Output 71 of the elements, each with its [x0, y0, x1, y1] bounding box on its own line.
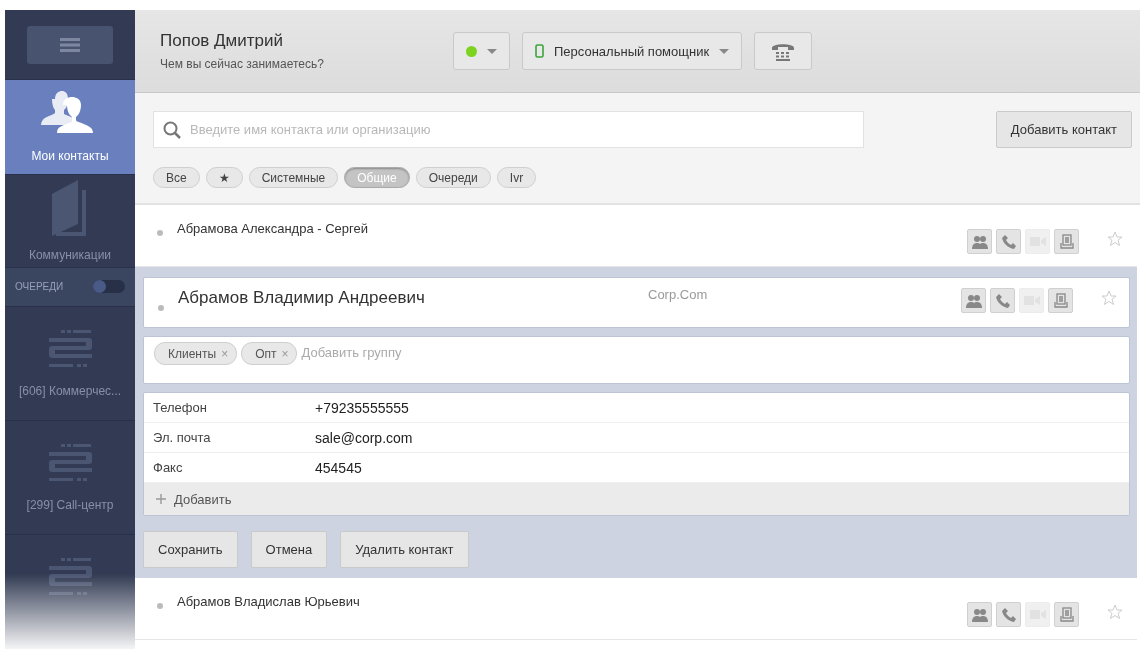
favorite-button[interactable] — [1107, 231, 1123, 247]
search-field[interactable]: Введите имя контакта или организацию — [153, 111, 864, 148]
contact-action-button[interactable] — [967, 602, 992, 627]
menu-button[interactable] — [27, 25, 113, 64]
add-contact-button[interactable]: Добавить контакт — [995, 111, 1132, 148]
queue-icon — [47, 443, 93, 484]
plus-icon — [156, 494, 166, 504]
contact-action-button[interactable] — [996, 229, 1021, 254]
queue-icon — [47, 329, 93, 370]
field-value[interactable]: 454545 — [315, 459, 362, 476]
field-label: Факс — [153, 460, 184, 475]
filter-chip[interactable]: Системные — [248, 167, 339, 188]
desk-phone-icon — [771, 41, 796, 61]
phone-icon — [1001, 607, 1016, 622]
contact-name: Абрамова Александра - Сергей — [177, 221, 369, 236]
document-icon — [1053, 293, 1068, 308]
favorite-button[interactable] — [1101, 290, 1117, 306]
form-button[interactable]: Отмена — [250, 531, 328, 568]
filter-chip[interactable]: ★ — [205, 167, 243, 188]
star-icon — [1101, 290, 1117, 306]
field-value[interactable]: +79235555555 — [315, 399, 409, 416]
filter-chip[interactable]: Ivr — [496, 167, 537, 188]
status-dot — [157, 230, 163, 236]
add-field-button[interactable]: Добавить — [144, 483, 1129, 515]
people-icon — [965, 293, 982, 308]
status-prompt[interactable]: Чем вы сейчас занимаетесь? — [160, 57, 453, 71]
caret-icon — [719, 48, 730, 54]
contact-action-button[interactable] — [967, 229, 992, 254]
filter-chip[interactable]: Все — [153, 167, 200, 188]
queues-label: ОЧЕРЕДИ — [15, 281, 64, 293]
phone-button[interactable] — [754, 32, 813, 70]
filter-chip[interactable]: Очереди — [415, 167, 491, 188]
people-icon — [971, 607, 988, 622]
menu-icon — [60, 37, 80, 52]
people-icon — [971, 234, 988, 249]
status-dot — [158, 305, 164, 311]
form-button[interactable]: Удалить контакт — [340, 531, 469, 568]
form-button[interactable]: Сохранить — [143, 531, 238, 568]
star-icon — [1107, 231, 1123, 247]
queue-label[interactable]: [299] Call-центр — [26, 497, 114, 512]
queue-label[interactable]: [606] Коммерчес... — [18, 383, 122, 398]
contact-action-button[interactable] — [990, 288, 1015, 313]
contact-name: Абрамов Владимир Андреевич — [178, 288, 426, 308]
group-label: Клиенты — [168, 346, 217, 361]
contact-action-button[interactable] — [1054, 602, 1079, 627]
phone-icon — [995, 293, 1010, 308]
caret-icon — [487, 48, 497, 54]
star-icon — [1107, 604, 1123, 620]
favorite-button[interactable] — [1107, 604, 1123, 620]
assistant-dropdown[interactable]: Персональный помощник — [522, 32, 743, 70]
status-dropdown[interactable] — [453, 32, 510, 70]
status-dot — [157, 603, 163, 609]
group-label: Опт — [255, 346, 277, 361]
company-name: Corp.Com — [648, 287, 709, 302]
contact-action-button[interactable] — [996, 602, 1021, 627]
contact-action-button[interactable] — [961, 288, 986, 313]
contact-action-button[interactable] — [1054, 229, 1079, 254]
mobile-phone-icon — [535, 44, 544, 58]
search-icon — [163, 121, 181, 139]
document-icon — [1059, 607, 1074, 622]
queue-icon — [47, 557, 93, 598]
phone-icon — [1001, 234, 1016, 249]
contact-action-button[interactable] — [1048, 288, 1073, 313]
user-name: Попов Дмитрий — [160, 31, 285, 51]
field-label: Эл. почта — [153, 430, 212, 445]
field-label: Телефон — [153, 400, 208, 415]
field-value[interactable]: sale@corp.com — [315, 429, 413, 446]
queues-toggle[interactable] — [93, 280, 125, 294]
sidebar-nav-item[interactable]: Мои контакты — [5, 80, 135, 175]
contact-name: Абрамов Владислав Юрьевич — [177, 594, 361, 609]
document-icon — [1059, 234, 1074, 249]
